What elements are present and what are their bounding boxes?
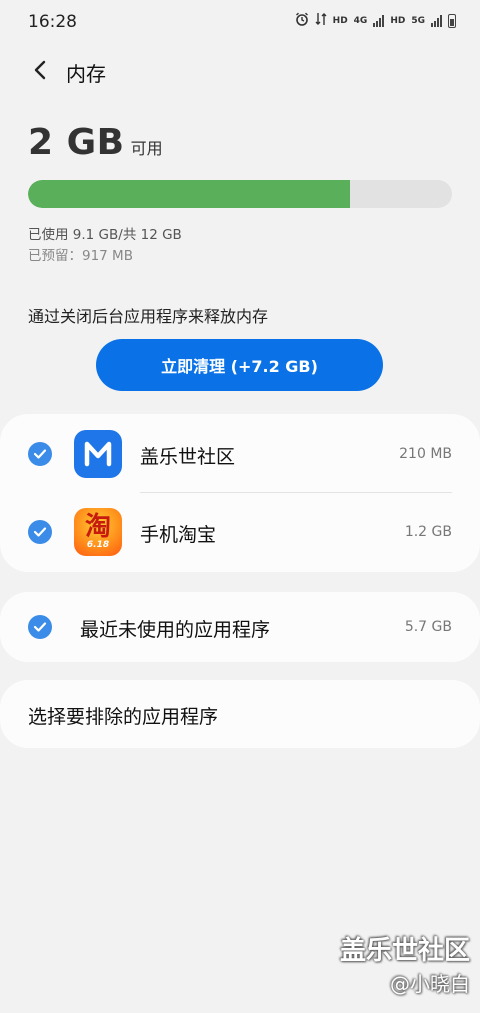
battery-icon — [448, 13, 456, 28]
app-list-card: 盖乐世社区 210 MB 淘 6.18 手机淘宝 1.2 GB — [0, 414, 480, 572]
watermark-author: @小晓白 — [390, 972, 470, 996]
app-name: 盖乐世社区 — [140, 446, 236, 468]
alarm-icon — [295, 12, 309, 29]
used-memory-text: 已使用 9.1 GB/共 12 GB — [28, 227, 182, 243]
check-icon — [33, 527, 47, 537]
exclude-apps-label: 选择要排除的应用程序 — [28, 706, 219, 728]
hd-label-2: HD — [390, 15, 406, 26]
check-icon — [33, 622, 47, 632]
network-4g-label: 4G — [353, 15, 368, 26]
taobao-icon: 淘 6.18 — [74, 508, 122, 556]
recent-unused-label: 最近未使用的应用程序 — [80, 619, 271, 641]
samsung-members-icon — [74, 430, 122, 478]
exclude-apps-card[interactable]: 选择要排除的应用程序 — [0, 680, 480, 748]
hd-label-1: HD — [332, 15, 348, 26]
clean-now-button[interactable]: 立即清理 (+7.2 GB) — [96, 339, 383, 391]
check-icon — [33, 449, 47, 459]
list-item[interactable]: 淘 6.18 手机淘宝 1.2 GB — [0, 493, 480, 572]
checkbox-checked[interactable] — [28, 520, 52, 544]
signal-5g-icon — [431, 14, 442, 27]
available-memory: 2 GB 可用 — [28, 122, 163, 163]
data-transfer-icon — [315, 12, 327, 29]
status-time: 16:28 — [28, 12, 77, 32]
back-button[interactable] — [22, 54, 58, 90]
page-title: 内存 — [66, 62, 106, 86]
taobao-icon-num: 6.18 — [86, 540, 110, 550]
recent-unused-size: 5.7 GB — [404, 619, 452, 635]
app-size: 210 MB — [399, 446, 452, 462]
app-name: 手机淘宝 — [140, 524, 217, 546]
checkbox-checked[interactable] — [28, 615, 52, 639]
free-memory-hint: 通过关闭后台应用程序来释放内存 — [28, 307, 269, 326]
app-header: 内存 — [0, 50, 480, 94]
app-size: 1.2 GB — [404, 524, 452, 540]
back-arrow-icon — [32, 59, 48, 85]
memory-usage-bar — [28, 180, 452, 208]
memory-usage-fill — [28, 180, 351, 208]
network-5g-label: 5G — [411, 15, 425, 26]
signal-4g-icon — [373, 14, 385, 27]
status-icons: HD 4G HD 5G — [295, 12, 456, 29]
status-bar: 16:28 HD 4G HD 5G — [0, 0, 480, 44]
available-value: 2 GB — [28, 122, 125, 163]
recent-unused-card[interactable]: 最近未使用的应用程序 5.7 GB — [0, 592, 480, 662]
available-label: 可用 — [130, 139, 163, 158]
checkbox-checked[interactable] — [28, 442, 52, 466]
reserved-memory-text: 已预留：917 MB — [28, 248, 133, 264]
taobao-icon-char: 淘 — [84, 512, 111, 542]
watermark-title: 盖乐世社区 — [339, 936, 470, 966]
list-item[interactable]: 盖乐世社区 210 MB — [0, 414, 480, 493]
